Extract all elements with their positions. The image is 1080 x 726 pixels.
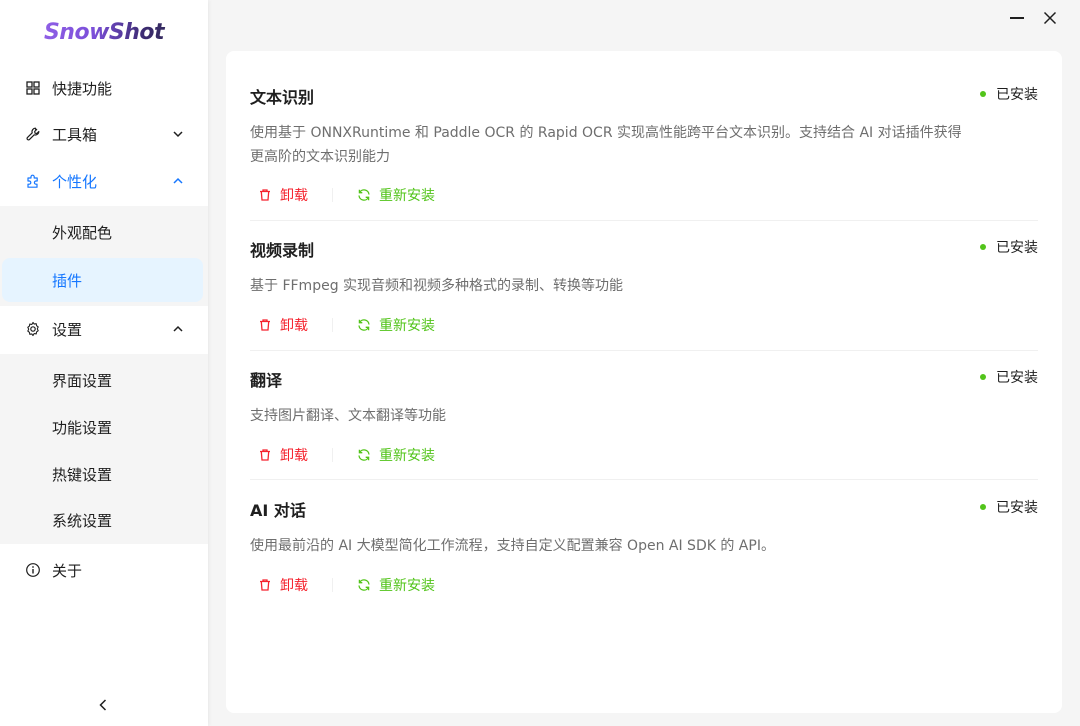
status-text: 已安装 [996, 87, 1038, 103]
plugin-title: 文本识别 [250, 88, 315, 107]
sidebar-item-plugins[interactable]: 插件 [2, 258, 203, 302]
close-icon[interactable] [1042, 10, 1058, 26]
sidebar-item-shortcuts[interactable]: 快捷功能 [0, 65, 208, 111]
action-divider [332, 188, 333, 202]
plugin-actions: 卸载 重新安装 [258, 184, 435, 206]
status-dot [980, 91, 986, 97]
sidebar-item-label: 外观配色 [52, 223, 113, 242]
plugin-title: 视频录制 [250, 241, 315, 260]
gear-icon [27, 321, 39, 337]
sidebar: SnowShot 快捷功能 工具箱 个性化 外观配色 插件 设置 界面设置 功能… [0, 0, 208, 726]
plugin-actions: 卸载 重新安装 [258, 444, 435, 466]
uninstall-button[interactable]: 卸载 [258, 445, 308, 465]
status-dot [980, 374, 986, 380]
reinstall-button[interactable]: 重新安装 [357, 445, 435, 465]
sidebar-item-hotkey-settings[interactable]: 热键设置 [0, 452, 208, 496]
reinstall-label: 重新安装 [379, 318, 435, 334]
trash-icon [260, 449, 270, 461]
sidebar-item-label: 界面设置 [52, 371, 113, 390]
uninstall-label: 卸载 [280, 318, 308, 334]
chevron-up-icon [173, 177, 183, 184]
trash-icon [260, 319, 270, 331]
status-text: 已安装 [996, 370, 1038, 386]
sidebar-item-label: 功能设置 [52, 418, 113, 437]
sidebar-item-system-settings[interactable]: 系统设置 [0, 498, 208, 542]
plugin-description: 基于 FFmpeg 实现音频和视频多种格式的录制、转换等功能 [250, 278, 624, 294]
section-divider [250, 350, 1038, 351]
reinstall-button[interactable]: 重新安装 [357, 315, 435, 335]
status-badge: 已安装 [980, 497, 1038, 517]
sidebar-item-ui-settings[interactable]: 界面设置 [0, 358, 208, 402]
wrench-icon [26, 127, 40, 141]
refresh-icon [358, 189, 370, 201]
reinstall-label: 重新安装 [379, 448, 435, 464]
sidebar-item-label: 工具箱 [52, 125, 98, 144]
info-icon [26, 563, 40, 577]
chevron-down-icon [173, 131, 183, 138]
uninstall-label: 卸载 [280, 188, 308, 204]
sidebar-item-label: 关于 [52, 561, 83, 580]
section-divider [250, 220, 1038, 221]
uninstall-button[interactable]: 卸载 [258, 575, 308, 595]
plugin-description: 支持图片翻译、文本翻译等功能 [250, 408, 446, 424]
app-logo: SnowShot [0, 20, 208, 45]
sidebar-item-function-settings[interactable]: 功能设置 [0, 405, 208, 449]
sidebar-item-label: 系统设置 [52, 511, 113, 530]
reinstall-button[interactable]: 重新安装 [357, 185, 435, 205]
grid-icon [26, 81, 40, 95]
status-dot [980, 504, 986, 510]
sidebar-item-label: 快捷功能 [52, 79, 113, 98]
uninstall-label: 卸载 [280, 448, 308, 464]
status-badge: 已安装 [980, 367, 1038, 387]
uninstall-label: 卸载 [280, 578, 308, 594]
sidebar-item-about[interactable]: 关于 [0, 547, 208, 593]
plugin-description: 使用最前沿的 AI 大模型简化工作流程，支持自定义配置兼容 Open AI SD… [250, 538, 775, 554]
plugin-title: AI 对话 [250, 501, 306, 520]
plugin-actions: 卸载 重新安装 [258, 314, 435, 336]
refresh-icon [358, 449, 370, 461]
plugin-title: 翻译 [250, 371, 283, 390]
plugin-description: 使用基于 ONNXRuntime 和 Paddle OCR 的 Rapid OC… [250, 125, 962, 165]
status-text: 已安装 [996, 500, 1038, 516]
status-dot [980, 244, 986, 250]
sidebar-item-settings[interactable]: 设置 [0, 306, 208, 352]
uninstall-button[interactable]: 卸载 [258, 185, 308, 205]
sidebar-item-label: 热键设置 [52, 465, 113, 484]
trash-icon [260, 579, 270, 591]
status-text: 已安装 [996, 240, 1038, 256]
collapse-sidebar-icon[interactable] [96, 697, 110, 713]
plugins-card: 文本识别 已安装 使用基于 ONNXRuntime 和 Paddle OCR 的… [226, 51, 1062, 713]
reinstall-label: 重新安装 [379, 578, 435, 594]
plugin-actions: 卸载 重新安装 [258, 574, 435, 596]
action-divider [332, 448, 333, 462]
sidebar-item-label: 设置 [52, 320, 83, 339]
sidebar-item-label: 个性化 [52, 172, 98, 191]
uninstall-button[interactable]: 卸载 [258, 315, 308, 335]
reinstall-label: 重新安装 [379, 188, 435, 204]
action-divider [332, 578, 333, 592]
status-badge: 已安装 [980, 237, 1038, 257]
minimize-button[interactable] [1010, 17, 1024, 19]
sidebar-item-personalize[interactable]: 个性化 [0, 158, 208, 204]
sidebar-item-appearance[interactable]: 外观配色 [0, 210, 208, 254]
trash-icon [260, 189, 270, 201]
reinstall-button[interactable]: 重新安装 [357, 575, 435, 595]
sidebar-item-toolbox[interactable]: 工具箱 [0, 111, 208, 157]
action-divider [332, 318, 333, 332]
puzzle-icon [27, 174, 38, 188]
status-badge: 已安装 [980, 84, 1038, 104]
sidebar-item-label: 插件 [52, 271, 83, 290]
section-divider [250, 479, 1038, 480]
refresh-icon [358, 579, 370, 591]
refresh-icon [358, 319, 370, 331]
chevron-up-icon [173, 325, 183, 332]
